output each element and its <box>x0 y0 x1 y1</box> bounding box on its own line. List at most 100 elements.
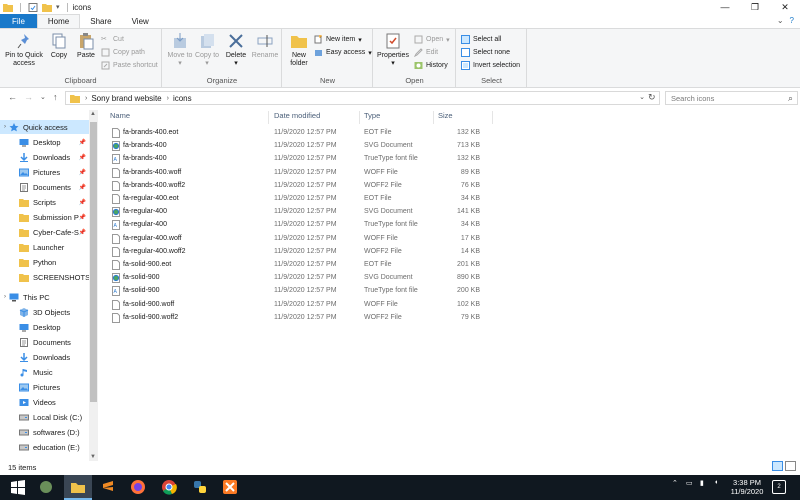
battery-icon[interactable]: ▮ <box>700 479 704 487</box>
invert-selection-button[interactable]: Invert selection <box>461 61 520 70</box>
copy-path-button[interactable]: Copy path <box>101 48 145 57</box>
nav-item-desktop[interactable]: Desktop 📌 <box>0 135 90 149</box>
table-row[interactable]: fa-brands-400.woff2 11/9/2020 12:57 PM WOF… <box>110 180 490 193</box>
search-input[interactable]: Search icons ⌕ <box>665 91 798 105</box>
python-icon[interactable] <box>192 479 208 495</box>
tab-view[interactable]: View <box>122 14 159 28</box>
breadcrumb-item[interactable]: Sony brand website <box>91 94 161 103</box>
table-row[interactable]: Afa-solid-900 11/9/2020 12:57 PM TrueType … <box>110 285 490 298</box>
edit-button[interactable]: Edit <box>414 48 438 57</box>
paste-button[interactable]: Paste <box>73 32 99 60</box>
tray-expand-icon[interactable]: ⌃ <box>672 479 678 487</box>
table-row[interactable]: fa-brands-400 11/9/2020 12:57 PM SVG Docum… <box>110 140 490 153</box>
open-button[interactable]: Open ▾ <box>414 35 450 44</box>
paste-shortcut-button[interactable]: Paste shortcut <box>101 61 158 70</box>
tab-home[interactable]: Home <box>36 14 81 28</box>
nav-item-pictures[interactable]: Pictures <box>0 380 90 394</box>
properties-icon[interactable] <box>28 2 38 12</box>
nav-quick-access[interactable]: › Quick access <box>0 120 90 134</box>
nav-item-launcher[interactable]: Launcher <box>0 240 90 254</box>
nav-item-downloads[interactable]: Downloads <box>0 350 90 364</box>
move-to-button[interactable]: Move to ▾ <box>167 32 193 68</box>
address-bar[interactable]: › Sony brand website › icons ⌄ <box>65 91 660 105</box>
chrome-icon[interactable] <box>161 479 177 495</box>
nav-item-python[interactable]: Python <box>0 255 90 269</box>
file-explorer-icon[interactable] <box>70 479 86 495</box>
nav-item-submission-p[interactable]: Submission P 📌 <box>0 210 90 224</box>
cut-button[interactable]: ✂ Cut <box>101 35 124 44</box>
nav-item-videos[interactable]: Videos <box>0 395 90 409</box>
nav-item-downloads[interactable]: Downloads 📌 <box>0 150 90 164</box>
nav-item-education-e[interactable]: education (E:) <box>0 440 90 454</box>
details-view-icon[interactable] <box>772 461 783 471</box>
scroll-down-icon[interactable]: ▼ <box>90 454 96 460</box>
nav-item-cyber-cafe-s[interactable]: Cyber-Cafe-S 📌 <box>0 225 90 239</box>
nav-item-music[interactable]: Music <box>0 365 90 379</box>
easy-access-button[interactable]: Easy access ▾ <box>314 48 372 57</box>
sublime-text-icon[interactable] <box>100 479 116 495</box>
nav-item-documents[interactable]: Documents 📌 <box>0 180 90 194</box>
nav-item-screenshots[interactable]: SCREENSHOTS <box>0 270 90 284</box>
rename-button[interactable]: Rename <box>251 32 279 60</box>
nav-item-softwares-d[interactable]: softwares (D:) <box>0 425 90 439</box>
up-arrow-icon[interactable]: ↑ <box>53 92 58 102</box>
scroll-up-icon[interactable]: ▲ <box>90 111 96 117</box>
column-header-date[interactable]: Date modified <box>274 111 359 124</box>
nav-item-pictures[interactable]: Pictures 📌 <box>0 165 90 179</box>
tab-share[interactable]: Share <box>80 14 121 28</box>
maximize-button[interactable]: ❐ <box>740 0 770 14</box>
collapse-ribbon-icon[interactable]: ⌄ <box>777 16 784 25</box>
table-row[interactable]: Afa-regular-400 11/9/2020 12:57 PM TrueTyp… <box>110 219 490 232</box>
table-row[interactable]: fa-solid-900.eot 11/9/2020 12:57 PM EOT Fi… <box>110 259 490 272</box>
copy-to-button[interactable]: Copy to ▾ <box>194 32 220 68</box>
xampp-icon[interactable] <box>222 479 238 495</box>
address-dropdown-icon[interactable]: ⌄ <box>639 93 645 101</box>
nav-this-pc[interactable]: › This PC <box>0 290 90 304</box>
column-header-type[interactable]: Type <box>364 111 429 124</box>
nav-item-scripts[interactable]: Scripts 📌 <box>0 195 90 209</box>
select-none-button[interactable]: Select none <box>461 48 510 57</box>
network-icon[interactable]: ▭ <box>686 479 693 487</box>
table-row[interactable]: fa-regular-400.woff 11/9/2020 12:57 PM WOF… <box>110 233 490 246</box>
column-header-size[interactable]: Size <box>438 111 488 124</box>
table-row[interactable]: fa-solid-900.woff2 11/9/2020 12:57 PM WOFF… <box>110 312 490 325</box>
table-row[interactable]: fa-brands-400.woff 11/9/2020 12:57 PM WOFF… <box>110 167 490 180</box>
recent-locations-chevron-icon[interactable]: ⌄ <box>40 93 46 101</box>
nav-scrollbar[interactable]: ▲ ▼ <box>89 110 98 461</box>
delete-button[interactable]: Delete ▾ <box>223 32 249 68</box>
table-row[interactable]: fa-regular-400.eot 11/9/2020 12:57 PM EOT … <box>110 193 490 206</box>
new-folder-icon[interactable] <box>42 3 52 12</box>
new-folder-button[interactable]: New folder <box>286 32 312 68</box>
copy-button[interactable]: Copy <box>46 32 72 60</box>
table-row[interactable]: fa-solid-900 11/9/2020 12:57 PM SVG Docume… <box>110 272 490 285</box>
history-button[interactable]: History <box>414 61 448 70</box>
nav-item-3d-objects[interactable]: 3D Objects <box>0 305 90 319</box>
new-item-button[interactable]: New item ▾ <box>314 35 362 44</box>
quick-access-dropdown[interactable]: ▾ <box>56 3 60 11</box>
close-button[interactable]: ✕ <box>770 0 800 14</box>
pin-to-quick-access-button[interactable]: Pin to Quick access <box>3 32 45 68</box>
volume-icon[interactable]: ◖ <box>714 479 718 486</box>
table-row[interactable]: fa-regular-400 11/9/2020 12:57 PM SVG Docu… <box>110 206 490 219</box>
windows-start-icon[interactable] <box>10 479 26 495</box>
nav-item-desktop[interactable]: Desktop <box>0 320 90 334</box>
taskbar-clock[interactable]: 3:38 PM 11/9/2020 <box>728 478 766 496</box>
minimize-button[interactable]: — <box>710 0 740 14</box>
properties-button[interactable]: Properties ▾ <box>377 32 409 68</box>
help-icon[interactable]: ? <box>790 16 794 25</box>
breadcrumb-item[interactable]: icons <box>173 94 192 103</box>
nav-item-documents[interactable]: Documents <box>0 335 90 349</box>
table-row[interactable]: fa-brands-400.eot 11/9/2020 12:57 PM EOT F… <box>110 127 490 140</box>
tab-file[interactable]: File <box>0 14 37 28</box>
notification-center-button[interactable]: 2 <box>772 480 786 494</box>
back-arrow-icon[interactable]: ← <box>8 92 17 102</box>
table-row[interactable]: Afa-brands-400 11/9/2020 12:57 PM TrueType… <box>110 153 490 166</box>
pinned-app-icon[interactable] <box>38 479 54 495</box>
firefox-icon[interactable] <box>130 479 146 495</box>
table-row[interactable]: fa-solid-900.woff 11/9/2020 12:57 PM WOFF … <box>110 299 490 312</box>
column-header-name[interactable]: Name <box>110 111 260 124</box>
table-row[interactable]: fa-regular-400.woff2 11/9/2020 12:57 PM WO… <box>110 246 490 259</box>
nav-item-local-disk-c[interactable]: Local Disk (C:) <box>0 410 90 424</box>
scroll-thumb[interactable] <box>90 122 97 402</box>
large-icons-view-icon[interactable] <box>785 461 796 471</box>
